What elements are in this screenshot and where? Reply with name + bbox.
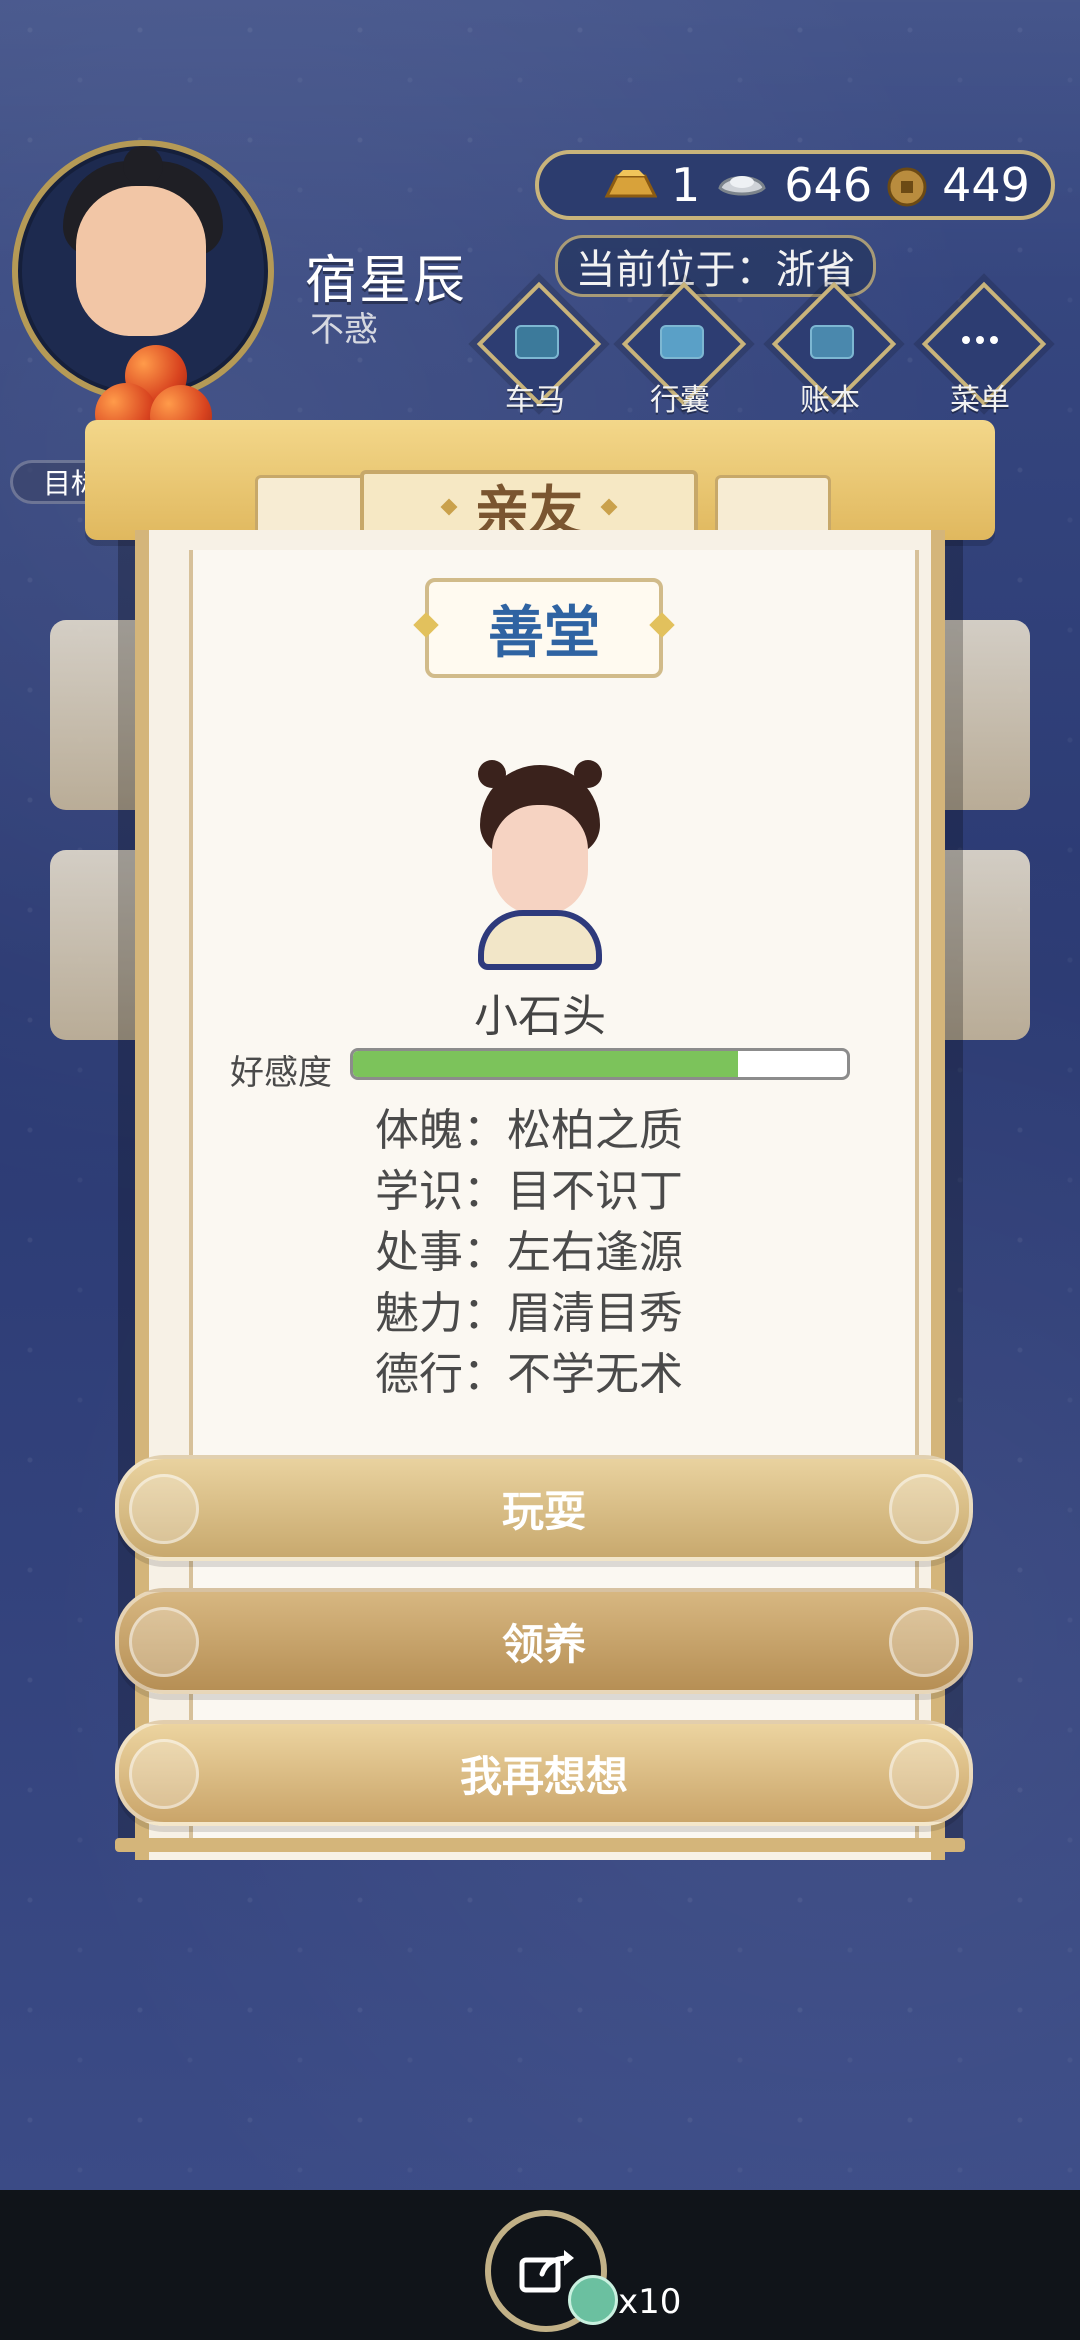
nav-bag[interactable]: 行囊: [620, 281, 747, 420]
stat-value: 眉清目秀: [507, 1288, 683, 1339]
stat-label: 魅力：: [375, 1288, 507, 1339]
stat-value: 松柏之质: [507, 1105, 683, 1156]
gold-bar-icon: [601, 166, 658, 204]
header-decoration: [715, 475, 831, 536]
nav-carriage[interactable]: 车马: [475, 281, 602, 420]
share-icon: [516, 2246, 576, 2296]
child-face: [492, 805, 588, 915]
stat-label: 学识：: [375, 1166, 507, 1217]
child-stats: 体魄：松柏之质 学识：目不识丁 处事：左右逢源 魅力：眉清目秀 德行：不学无术: [375, 1100, 775, 1405]
stat-value: 不学无术: [507, 1349, 683, 1400]
button-ornament: [129, 1739, 199, 1809]
stat-label: 处事：: [375, 1227, 507, 1278]
place-name: 善堂: [488, 600, 600, 666]
relatives-modal: 亲友 善堂 小石头 好感度 体魄：松柏之质 学识：目不识丁 处事：左右逢源 魅力…: [85, 420, 995, 1860]
silver-ingot-icon: [714, 166, 770, 204]
coin-icon: [886, 166, 928, 207]
nav-ledger[interactable]: 账本: [770, 281, 897, 420]
carriage-icon: [515, 325, 559, 359]
stat-row: 德行：不学无术: [375, 1344, 775, 1405]
title-dot: [440, 498, 458, 515]
play-button[interactable]: 玩耍: [115, 1455, 973, 1561]
think-again-button[interactable]: 我再想想: [115, 1720, 973, 1826]
nav-label: 菜单: [950, 383, 1010, 418]
child-body: [478, 910, 602, 970]
nav-label: 车马: [505, 383, 565, 418]
jade-coin-icon: [568, 2275, 618, 2325]
coin-count: 449: [942, 158, 1030, 212]
favor-bar: [350, 1048, 850, 1080]
currency-bar: 1 646 449: [535, 150, 1055, 220]
nav-label: 行囊: [650, 383, 710, 418]
button-ornament: [889, 1607, 959, 1677]
menu-icon: [960, 325, 1000, 355]
ledger-icon: [810, 325, 854, 359]
adopt-button[interactable]: 领养: [115, 1588, 973, 1694]
favor-fill: [353, 1051, 739, 1077]
stat-value: 左右逢源: [507, 1227, 683, 1278]
stat-label: 体魄：: [375, 1105, 507, 1156]
gold-count: 1: [671, 158, 701, 212]
header-decoration: [255, 475, 371, 536]
reward-count: x10: [618, 2282, 682, 2322]
play-button-label: 玩耍: [501, 1486, 586, 1536]
button-ornament: [889, 1474, 959, 1544]
player-title: 不惑: [310, 310, 378, 350]
stat-value: 目不识丁: [507, 1166, 683, 1217]
stat-row: 魅力：眉清目秀: [375, 1283, 775, 1344]
favor-label: 好感度: [230, 1053, 332, 1093]
modal-header: 亲友: [85, 420, 995, 543]
bag-icon: [660, 325, 704, 359]
avatar-topknot: [123, 146, 163, 186]
stat-row: 体魄：松柏之质: [375, 1100, 775, 1161]
modal-bottom-bar: [115, 1838, 965, 1852]
stat-row: 处事：左右逢源: [375, 1222, 775, 1283]
adopt-button-label: 领养: [501, 1619, 586, 1669]
title-dot: [600, 498, 618, 515]
stat-row: 学识：目不识丁: [375, 1161, 775, 1222]
stat-label: 德行：: [375, 1349, 507, 1400]
bottom-bar: x10: [0, 2190, 1080, 2340]
think-again-button-label: 我再想想: [459, 1751, 628, 1801]
place-tag: 善堂: [425, 578, 663, 678]
child-name: 小石头: [474, 991, 606, 1042]
avatar-face: [76, 186, 206, 336]
nav-label: 账本: [800, 383, 860, 418]
silver-count: 646: [784, 158, 873, 212]
nav-menu[interactable]: 菜单: [920, 281, 1047, 420]
button-ornament: [129, 1607, 199, 1677]
button-ornament: [129, 1474, 199, 1544]
child-portrait: [470, 760, 610, 970]
button-ornament: [889, 1739, 959, 1809]
